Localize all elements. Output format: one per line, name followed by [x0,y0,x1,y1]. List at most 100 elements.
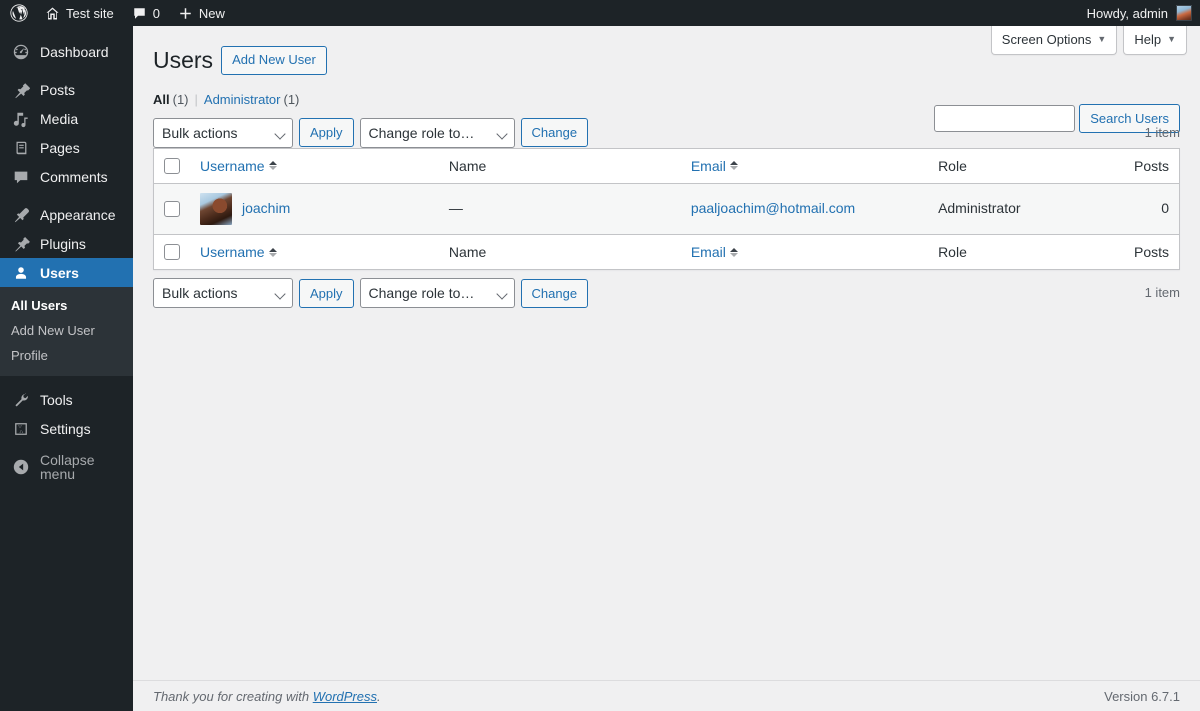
add-new-user-button[interactable]: Add New User [221,46,327,75]
change-role-select-wrap-bottom: Change role to… [359,278,515,309]
wordpress-link[interactable]: WordPress [313,689,377,704]
sidebar-separator-4 [0,443,133,452]
admin-bar: Test site 0 New Howdy, admin [0,0,1200,26]
cell-email: paaljoachim@hotmail.com [681,184,928,235]
sidebar-item-label: Dashboard [40,43,109,60]
new-content-menu[interactable]: New [169,0,234,26]
user-cell: joachim [200,193,429,226]
bulk-actions-select-top[interactable]: Bulk actions [153,117,293,148]
footer-thanks: Thank you for creating with WordPress. [153,689,381,704]
admin-sidebar-menu: Dashboard Posts Media Pages Comments App… [0,26,141,711]
apply-button-bottom[interactable]: Apply [299,278,354,308]
sidebar-item-label: Appearance [40,206,116,223]
select-all-checkbox-bottom[interactable] [164,244,180,261]
filter-divider: | [194,91,198,107]
home-icon [45,6,60,21]
users-table-body: joachim — paaljoachim@hotmail.com Admini… [153,183,1180,235]
email-link[interactable]: paaljoachim@hotmail.com [691,200,855,216]
settings-sliders-icon [11,419,31,439]
sidebar-item-comments[interactable]: Comments [0,162,133,191]
column-header-email: Email [680,148,929,185]
admin-footer: Thank you for creating with WordPress. V… [133,680,1200,711]
sidebar-item-label: Posts [40,81,76,98]
site-name-menu[interactable]: Test site [36,0,123,26]
select-all-checkbox-top[interactable] [164,157,180,174]
site-name-label: Test site [66,5,114,21]
footer-thanks-prefix: Thank you for creating with [153,688,313,704]
sidebar-item-settings[interactable]: Settings [0,414,133,443]
cell-posts: 0 [1161,200,1169,217]
row-checkbox[interactable] [164,201,180,218]
sort-link-username-top[interactable]: Username [200,157,277,175]
users-icon [11,263,31,283]
apply-button-top[interactable]: Apply [299,118,354,148]
tools-wrench-icon [11,390,31,410]
collapse-arrow-icon [11,457,31,477]
sort-arrows-icon [268,161,277,171]
sidebar-item-label: Media [40,110,79,127]
submenu-item-label: Profile [11,348,48,363]
user-avatar [200,193,232,226]
sidebar-item-dashboard[interactable]: Dashboard [0,37,133,66]
sidebar-item-tools[interactable]: Tools [0,385,133,414]
change-role-select-wrap: Change role to… [359,117,515,148]
sort-arrows-icon [268,247,277,257]
sidebar-separator-3 [0,376,133,385]
sort-link-email-top[interactable]: Email [691,157,738,175]
users-table-foot: Username Name Email Role Posts [153,234,1180,270]
submenu-item-label: Add New User [11,323,95,338]
comments-count: 0 [152,5,160,21]
sidebar-item-appearance[interactable]: Appearance [0,200,133,229]
change-role-select-bottom[interactable]: Change role to… [359,278,515,309]
column-label: Username [200,157,265,174]
change-role-button-bottom[interactable]: Change [520,278,589,308]
users-table: Username Name Email Role Posts joachim —… [153,147,1180,271]
sidebar-item-label: Pages [40,139,80,156]
users-table-head: Username Name Email Role Posts [153,148,1180,185]
change-role-select-top[interactable]: Change role to… [359,117,515,148]
submenu-item-all-users[interactable]: All Users [0,293,133,318]
column-header-name: Name [438,148,681,185]
table-header-row: Username Name Email Role Posts [153,148,1180,185]
displaying-num-top: 1 item [1144,124,1180,140]
sidebar-item-posts[interactable]: Posts [0,75,133,104]
sort-link-username-bottom[interactable]: Username [200,243,277,261]
chevron-down-icon: ▼ [1167,34,1176,44]
column-footer-username: Username [190,234,439,270]
column-label: Email [690,157,726,174]
dashboard-icon [11,42,31,62]
collapse-menu-button[interactable]: Collapse menu [0,452,133,481]
sidebar-item-label: Plugins [40,235,86,252]
plus-icon [178,6,193,21]
sort-link-email-bottom[interactable]: Email [691,243,738,261]
cell-username: joachim [190,184,439,235]
submenu-item-profile[interactable]: Profile [0,343,133,368]
sidebar-item-pages[interactable]: Pages [0,133,133,162]
admin-bar-account-area[interactable]: Howdy, admin [1087,5,1200,21]
tablenav-bottom: Bulk actions Apply Change role to… Chang… [153,278,1180,309]
filter-link-all[interactable]: All [153,92,170,107]
wordpress-logo-icon [10,4,28,22]
screen-options-button[interactable]: Screen Options ▼ [990,26,1118,55]
sidebar-item-plugins[interactable]: Plugins [0,229,133,258]
sidebar-item-users[interactable]: Users [0,258,141,287]
users-submenu: All Users Add New User Profile [0,287,133,376]
username-link[interactable]: joachim [242,199,290,219]
wordpress-logo-menu[interactable] [0,0,36,26]
main-content: Screen Options ▼ Help ▼ Users Add New Us… [133,26,1200,711]
media-icon [11,109,31,129]
cell-name: — [448,200,463,217]
sidebar-item-media[interactable]: Media [0,104,133,133]
help-label: Help [1134,32,1162,47]
howdy-label: Howdy, admin [1086,5,1168,21]
help-button[interactable]: Help ▼ [1123,26,1187,55]
filter-link-administrator[interactable]: Administrator [204,92,281,107]
bulk-actions-select-bottom[interactable]: Bulk actions [153,278,293,309]
comments-bubble-menu[interactable]: 0 [123,0,169,26]
filter-count-all: (1) [172,91,189,107]
pages-icon [11,138,31,158]
change-role-button-top[interactable]: Change [520,118,589,148]
select-all-footer [153,234,190,270]
column-label: Username [200,244,265,261]
submenu-item-add-new-user[interactable]: Add New User [0,318,133,343]
